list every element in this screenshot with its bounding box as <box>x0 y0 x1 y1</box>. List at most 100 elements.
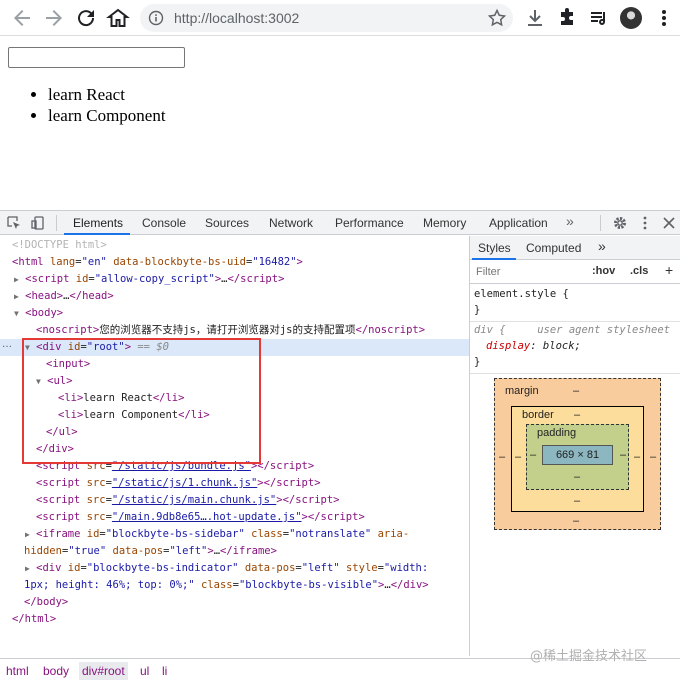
more-panes-chevron-icon[interactable]: » <box>598 238 606 254</box>
extensions-puzzle-icon[interactable] <box>555 6 579 30</box>
border-bottom-value[interactable]: – <box>574 495 580 507</box>
browser-toolbar: http://localhost:3002 <box>0 0 680 36</box>
dom-node-div-root[interactable]: ▼ <div id="root"> == $0 <box>0 339 469 356</box>
breadcrumb-div-root[interactable]: div#root <box>79 662 128 680</box>
margin-top-value[interactable]: – <box>573 385 579 397</box>
dom-node-noscript[interactable]: <noscript>您的浏览器不支持js，请打开浏览器对js的支持配置项</no… <box>0 322 469 339</box>
reload-icon[interactable] <box>74 6 98 30</box>
margin-label: margin <box>505 385 539 397</box>
dom-node-indicator[interactable]: ▶ <div id="blockbyte-bs-indicator" data-… <box>0 560 469 577</box>
inspect-element-icon[interactable] <box>6 215 22 231</box>
dom-node-script[interactable]: <script src="/static/js/main.chunk.js"><… <box>0 492 469 509</box>
tab-sources[interactable]: Sources <box>205 216 249 230</box>
margin-right-value[interactable]: – <box>650 451 656 463</box>
dom-node-script[interactable]: <script src="/static/js/1.chunk.js"></sc… <box>0 475 469 492</box>
node-actions-ellipsis-icon[interactable]: … <box>2 339 12 350</box>
padding-bottom-value[interactable]: – <box>574 471 580 483</box>
profile-avatar[interactable] <box>620 7 642 29</box>
tab-performance[interactable]: Performance <box>335 216 404 230</box>
border-label: border <box>522 409 554 421</box>
url-text[interactable]: http://localhost:3002 <box>174 10 299 26</box>
dom-node-body-close[interactable]: </body> <box>0 594 469 611</box>
display-declaration[interactable]: display: block; <box>486 340 581 352</box>
tab-styles[interactable]: Styles <box>478 241 511 255</box>
active-tab-indicator <box>64 233 130 235</box>
more-tabs-chevron-icon[interactable]: » <box>566 213 574 229</box>
tab-memory[interactable]: Memory <box>423 216 466 230</box>
dom-node-script[interactable]: ▶ <script id="allow-copy_script">…</scri… <box>0 271 469 288</box>
dom-node-ul-close[interactable]: </ul> <box>0 424 469 441</box>
download-icon[interactable] <box>523 6 547 30</box>
elements-dom-tree: <!DOCTYPE html> <html lang="en" data-blo… <box>0 236 469 656</box>
dom-node-html[interactable]: <html lang="en" data-blockbyte-bs-uid="1… <box>0 254 469 271</box>
breadcrumb-html[interactable]: html <box>6 664 29 678</box>
address-bar[interactable]: http://localhost:3002 <box>140 4 513 32</box>
breadcrumb-body[interactable]: body <box>43 664 69 678</box>
cls-toggle-button[interactable]: .cls <box>630 265 648 277</box>
dom-node-li[interactable]: <li>learn React</li> <box>0 390 469 407</box>
tab-network[interactable]: Network <box>269 216 313 230</box>
dom-node-iframe[interactable]: ▶ <iframe id="blockbyte-bs-sidebar" clas… <box>0 526 469 543</box>
tab-application[interactable]: Application <box>489 216 548 230</box>
tab-console[interactable]: Console <box>142 216 186 230</box>
kebab-menu-icon[interactable] <box>637 215 653 231</box>
dom-node-indicator-cont[interactable]: 1px; height: 46%; top: 0%;" class="block… <box>0 577 469 594</box>
user-agent-label: user agent stylesheet <box>537 324 670 336</box>
dom-node-html-close[interactable]: </html> <box>0 611 469 628</box>
padding-right-value[interactable]: – <box>620 449 626 461</box>
hov-toggle-button[interactable]: :hov <box>592 265 615 277</box>
margin-bottom-value[interactable]: – <box>573 515 579 527</box>
styles-filter-input[interactable] <box>474 264 584 280</box>
dom-node-input[interactable]: <input> <box>0 356 469 373</box>
tab-divider <box>600 215 601 231</box>
tab-computed[interactable]: Computed <box>526 241 581 255</box>
box-model-padding[interactable]: padding – – – 669 × 81 <box>526 424 629 490</box>
dom-node-script[interactable]: <script src="/static/js/bundle.js"></scr… <box>0 458 469 475</box>
border-top-value[interactable]: – <box>574 409 580 421</box>
forward-arrow-icon[interactable] <box>42 6 66 30</box>
devtools-panel: Elements Console Sources Network Perform… <box>0 210 680 682</box>
list-item: learn Component <box>48 105 166 126</box>
element-style-rule[interactable]: element.style { <box>474 288 569 300</box>
div-selector: div { <box>474 324 506 336</box>
styles-pane: Styles Computed » :hov .cls + element.st… <box>469 236 680 656</box>
tab-elements[interactable]: Elements <box>73 216 123 230</box>
watermark: @稀土掘金技术社区 <box>530 649 648 664</box>
list-item: learn React <box>48 84 166 105</box>
styles-tab-bar: Styles Computed » <box>470 236 680 260</box>
browser-menu-icon[interactable] <box>652 6 676 30</box>
close-icon[interactable] <box>661 215 677 231</box>
back-arrow-icon[interactable] <box>10 6 34 30</box>
bookmark-star-icon[interactable] <box>487 8 507 28</box>
dom-node-doctype[interactable]: <!DOCTYPE html> <box>0 237 469 254</box>
rule-close-brace: } <box>474 304 481 316</box>
dom-node-head[interactable]: ▶ <head>…</head> <box>0 288 469 305</box>
new-style-rule-button[interactable]: + <box>665 262 673 278</box>
rule-divider <box>470 373 680 374</box>
tab-divider <box>56 215 57 231</box>
page-todo-list: learn React learn Component <box>8 84 166 126</box>
page-text-input[interactable] <box>8 47 185 68</box>
breadcrumb-ul[interactable]: ul <box>140 664 149 678</box>
home-icon[interactable] <box>106 6 130 30</box>
dom-node-script[interactable]: <script src="/main.9db8e65….hot-update.j… <box>0 509 469 526</box>
dom-node-li[interactable]: <li>learn Component</li> <box>0 407 469 424</box>
device-toolbar-icon[interactable] <box>30 215 46 231</box>
div-rule-header[interactable]: div { user agent stylesheet <box>474 324 670 336</box>
dom-node-body[interactable]: ▼ <body> <box>0 305 469 322</box>
breadcrumb-li[interactable]: li <box>162 664 167 678</box>
padding-left-value[interactable]: – <box>530 449 536 461</box>
margin-left-value[interactable]: – <box>499 451 505 463</box>
dom-node-iframe-cont[interactable]: hidden="true" data-pos="left">…</iframe> <box>0 543 469 560</box>
dom-node-div-close[interactable]: </div> <box>0 441 469 458</box>
info-icon[interactable] <box>148 10 164 26</box>
box-model-margin[interactable]: margin – – – – border – – – – padding – … <box>494 378 661 530</box>
border-left-value[interactable]: – <box>515 451 521 463</box>
box-model-border[interactable]: border – – – – padding – – – 669 × 81 <box>511 406 644 512</box>
media-playlist-icon[interactable] <box>587 6 611 30</box>
dom-node-ul[interactable]: ▼ <ul> <box>0 373 469 390</box>
styles-filter-bar: :hov .cls + <box>470 260 680 284</box>
gear-icon[interactable] <box>612 215 628 231</box>
border-right-value[interactable]: – <box>634 451 640 463</box>
box-model-content[interactable]: 669 × 81 <box>542 445 613 465</box>
